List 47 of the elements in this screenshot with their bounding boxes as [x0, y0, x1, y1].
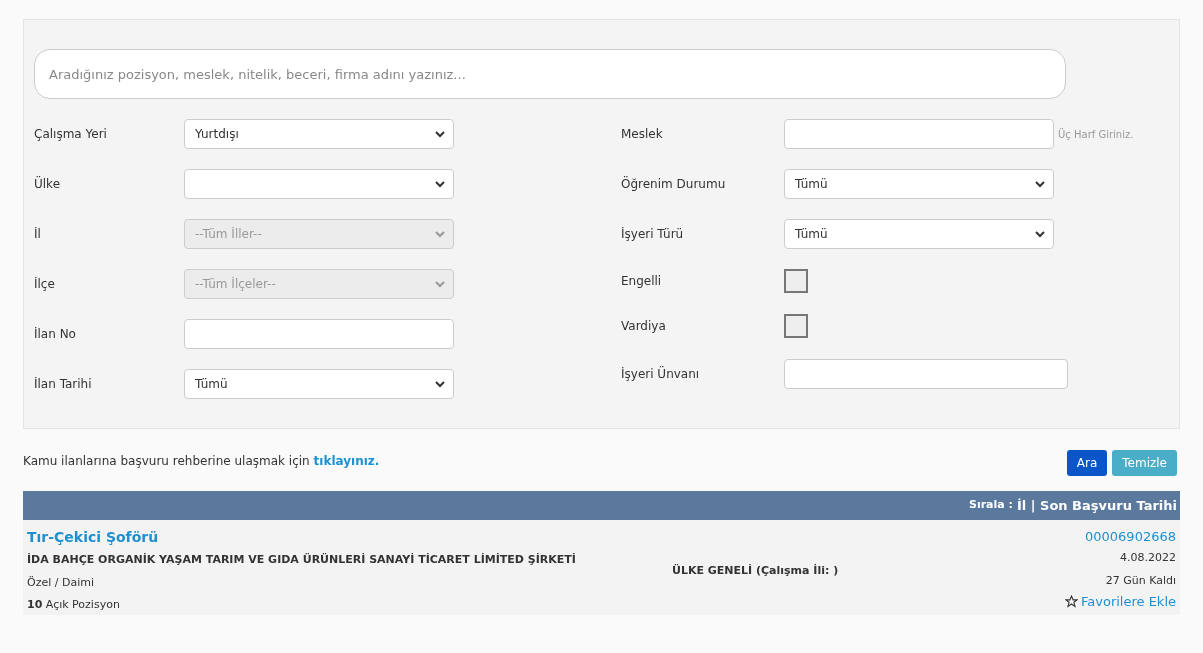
select-field[interactable]: Tümü [784, 169, 1054, 199]
select-field[interactable]: Tümü [784, 219, 1054, 249]
job-title-link[interactable]: Tır-Çekici Şoförü [27, 528, 159, 546]
chevron-down-icon [435, 280, 445, 288]
search-field[interactable]: Aradığınız pozisyon, meslek, nitelik, beceri, firma adını yazınız... [34, 49, 1066, 99]
select-field[interactable] [184, 169, 454, 199]
chevron-down-icon [1035, 180, 1045, 188]
star-icon [1065, 595, 1078, 609]
field-label: İlan No [34, 326, 77, 343]
employment-type: Özel / Daimi [27, 574, 95, 591]
input-field[interactable] [184, 319, 454, 349]
open-positions: 10 Açık Pozisyon [27, 597, 121, 613]
search-button[interactable]: Ara [1066, 450, 1108, 476]
field-label: İlan Tarihi [34, 376, 93, 393]
field-label: İl [34, 226, 42, 243]
input-field[interactable] [784, 359, 1068, 389]
listing-number-link[interactable]: 00006902668 [1085, 528, 1176, 546]
chevron-down-icon [435, 130, 445, 138]
guide-text: Kamu ilanlarına başvuru rehberine ulaşmak için tıklayınız. [23, 453, 380, 470]
field-label: Engelli [621, 273, 663, 290]
select-field[interactable]: Yurtdışı [184, 119, 454, 149]
field-label: İlçe [34, 276, 56, 293]
field-label: Vardiya [621, 318, 667, 335]
job-location: ÜLKE GENELİ (Çalışma İli: ) [672, 563, 839, 580]
field-label: İşyeri Türü [621, 226, 685, 243]
sort-label: Sırala : [968, 497, 1013, 514]
sort-options[interactable]: İl | Son Başvuru Tarihi [1016, 495, 1177, 516]
days-remaining: 27 Gün Kaldı [1105, 572, 1176, 589]
field-label: Çalışma Yeri [34, 126, 108, 143]
field-label: İşyeri Ünvanı [621, 365, 701, 383]
clear-button[interactable]: Temizle [1112, 450, 1177, 476]
field-label: Meslek [621, 126, 664, 143]
hint-text: Üç Harf Giriniz. [1058, 127, 1134, 142]
chevron-down-icon [1035, 230, 1045, 238]
field-label: Öğrenim Durumu [621, 175, 727, 193]
checkbox[interactable] [784, 269, 808, 293]
chevron-down-icon [435, 180, 445, 188]
field-label: Ülke [34, 175, 62, 193]
checkbox[interactable] [784, 314, 808, 338]
chevron-down-icon [435, 230, 445, 238]
input-field[interactable] [784, 119, 1054, 149]
select-field[interactable]: Tümü [184, 369, 454, 399]
company-name: İDA BAHÇE ORGANİK YAŞAM TARIM VE GIDA ÜRÜNLERİ SANAYİ TİCARET LİMİTED ŞİRKETİ [27, 552, 577, 568]
guide-link[interactable]: tıklayınız. [313, 454, 380, 468]
add-favorite-link[interactable]: Favorilere Ekle [1065, 592, 1176, 612]
chevron-down-icon [435, 380, 445, 388]
listing-date: 4.08.2022 [1120, 550, 1176, 566]
